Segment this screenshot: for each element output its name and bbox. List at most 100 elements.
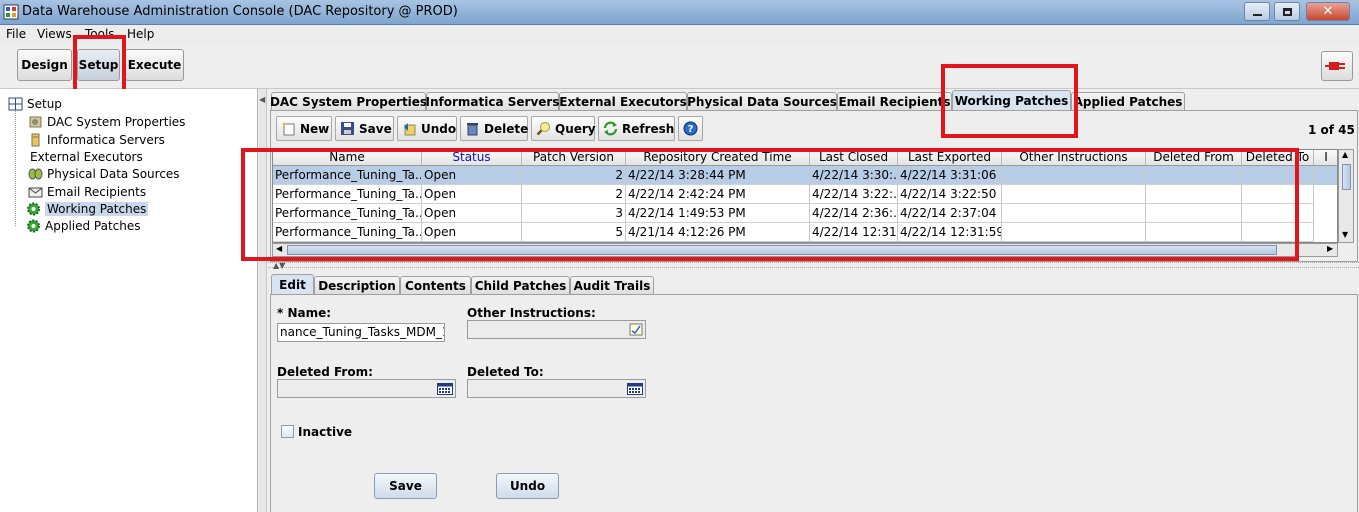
undo-toolbar-button[interactable]: Undo <box>397 116 457 141</box>
navigation-tree: Setup DAC System Properties Informatica … <box>0 89 258 512</box>
tree-connector <box>15 111 16 226</box>
tree-item-label: DAC System Properties <box>47 114 186 129</box>
working-patches-highlight-box <box>941 64 1078 138</box>
save-button[interactable]: Save <box>374 473 437 499</box>
tab-email-recipients[interactable]: Email Recipients <box>837 92 952 111</box>
tab-external-executors[interactable]: External Executors <box>559 92 687 111</box>
tab-physical-data-sources[interactable]: Physical Data Sources <box>687 92 837 111</box>
tree-item-label: Email Recipients <box>47 184 147 199</box>
execute-button[interactable]: Execute <box>125 49 184 81</box>
tree-item-applied-patches[interactable]: Applied Patches <box>26 217 141 234</box>
disconnect-button[interactable] <box>1321 51 1353 81</box>
tab-edit[interactable]: Edit <box>271 274 314 294</box>
deleted-to-field[interactable] <box>467 379 646 398</box>
minimize-icon <box>1252 13 1262 16</box>
column-header-truncated[interactable]: I <box>1314 150 1337 166</box>
tab-description[interactable]: Description <box>314 276 400 294</box>
tab-contents[interactable]: Contents <box>400 276 471 294</box>
scroll-up-icon[interactable]: ▲ <box>1342 150 1348 159</box>
setup-icon <box>8 97 23 111</box>
query-label: Query <box>555 121 596 136</box>
deleted-from-label: Deleted From: <box>277 365 373 379</box>
undo-button[interactable]: Undo <box>496 473 559 499</box>
data-sources-icon <box>28 167 43 181</box>
tab-applied-patches[interactable]: Applied Patches <box>1071 92 1185 111</box>
tab-child-patches[interactable]: Child Patches <box>471 276 570 294</box>
other-instructions-label: Other Instructions: <box>467 306 596 320</box>
undo-label: Undo <box>421 121 457 136</box>
save-toolbar-button[interactable]: Save <box>335 116 394 141</box>
record-count: 1 of 45 <box>1308 123 1355 137</box>
new-button[interactable]: New <box>276 116 332 141</box>
other-instructions-field[interactable] <box>467 320 646 339</box>
tab-audit-trails[interactable]: Audit Trails <box>570 276 654 294</box>
calendar-icon[interactable] <box>627 383 643 398</box>
calendar-icon[interactable] <box>437 383 453 398</box>
menu-file[interactable]: File <box>6 27 26 41</box>
close-button[interactable]: ✕ <box>1306 2 1350 21</box>
delete-label: Delete <box>484 121 529 136</box>
tab-dac-system-properties[interactable]: DAC System Properties <box>270 92 427 111</box>
save-label: Save <box>359 121 392 136</box>
refresh-button[interactable]: Refresh <box>598 116 675 141</box>
tree-item-working-patches[interactable]: Working Patches <box>26 200 149 217</box>
deleted-to-label: Deleted To: <box>467 365 544 379</box>
mode-toolbar: Design Setup Execute <box>0 44 1359 89</box>
plug-icon <box>1325 62 1345 70</box>
properties-icon <box>28 115 43 129</box>
grid-vertical-scrollbar[interactable]: ▲ ▼ <box>1338 149 1354 243</box>
tree-item-label: Informatica Servers <box>47 132 165 147</box>
collapse-arrows-icon[interactable]: ▲▼ <box>273 261 285 270</box>
gear-icon <box>26 202 41 216</box>
undo-icon <box>402 121 417 136</box>
tree-item-dac-system-properties[interactable]: DAC System Properties <box>28 113 185 130</box>
menu-bar: File Views Tools Help <box>0 25 1359 44</box>
deleted-from-field[interactable] <box>277 379 456 398</box>
delete-button[interactable]: Delete <box>460 116 528 141</box>
refresh-label: Refresh <box>622 121 675 136</box>
tree-item-label: Working Patches <box>45 201 149 216</box>
scroll-right-icon[interactable]: ▶ <box>1327 244 1333 253</box>
design-button[interactable]: Design <box>17 49 72 81</box>
email-icon <box>28 185 43 199</box>
window-title: Data Warehouse Administration Console (D… <box>22 4 458 19</box>
collapse-arrow-icon[interactable]: ◀ <box>259 95 265 104</box>
grid-highlight-box <box>241 148 1299 261</box>
tree-item-physical-data-sources[interactable]: Physical Data Sources <box>28 165 180 182</box>
refresh-icon <box>603 121 618 136</box>
close-icon: ✕ <box>1322 4 1334 19</box>
server-icon <box>28 133 43 147</box>
svg-text:?: ? <box>688 124 694 135</box>
app-icon <box>3 4 19 20</box>
tree-root-label: Setup <box>27 96 62 111</box>
scroll-down-icon[interactable]: ▼ <box>1342 230 1348 239</box>
new-icon <box>281 121 296 136</box>
edit-text-icon[interactable] <box>629 323 643 339</box>
tree-item-label: External Executors <box>30 149 143 164</box>
help-button[interactable]: ? <box>678 116 703 141</box>
maximize-button[interactable] <box>1274 2 1300 21</box>
minimize-button[interactable] <box>1244 2 1270 21</box>
inactive-label: Inactive <box>298 425 353 439</box>
menu-help[interactable]: Help <box>127 27 154 41</box>
query-button[interactable]: Query <box>531 116 596 141</box>
menu-views[interactable]: Views <box>37 27 72 41</box>
help-icon: ? <box>683 121 698 136</box>
save-icon <box>340 121 355 136</box>
maximize-icon <box>1282 7 1292 16</box>
inactive-checkbox[interactable] <box>281 425 294 438</box>
horizontal-splitter[interactable] <box>268 262 1359 268</box>
trash-icon <box>465 121 480 136</box>
tree-item-email-recipients[interactable]: Email Recipients <box>28 183 146 200</box>
window-title-bar: Data Warehouse Administration Console (D… <box>0 0 1359 25</box>
tree-item-informatica-servers[interactable]: Informatica Servers <box>28 131 165 148</box>
name-field[interactable]: nance_Tuning_Tasks_MDM_1 <box>277 323 445 342</box>
magnifier-icon <box>536 121 551 136</box>
tree-root-setup[interactable]: Setup <box>8 95 62 112</box>
tab-informatica-servers[interactable]: Informatica Servers <box>426 92 559 111</box>
tree-item-label: Applied Patches <box>45 218 141 233</box>
scroll-thumb[interactable] <box>1342 164 1351 190</box>
tree-item-label: Physical Data Sources <box>47 166 180 181</box>
gear-icon <box>26 219 41 233</box>
tree-item-external-executors[interactable]: External Executors <box>30 148 143 165</box>
